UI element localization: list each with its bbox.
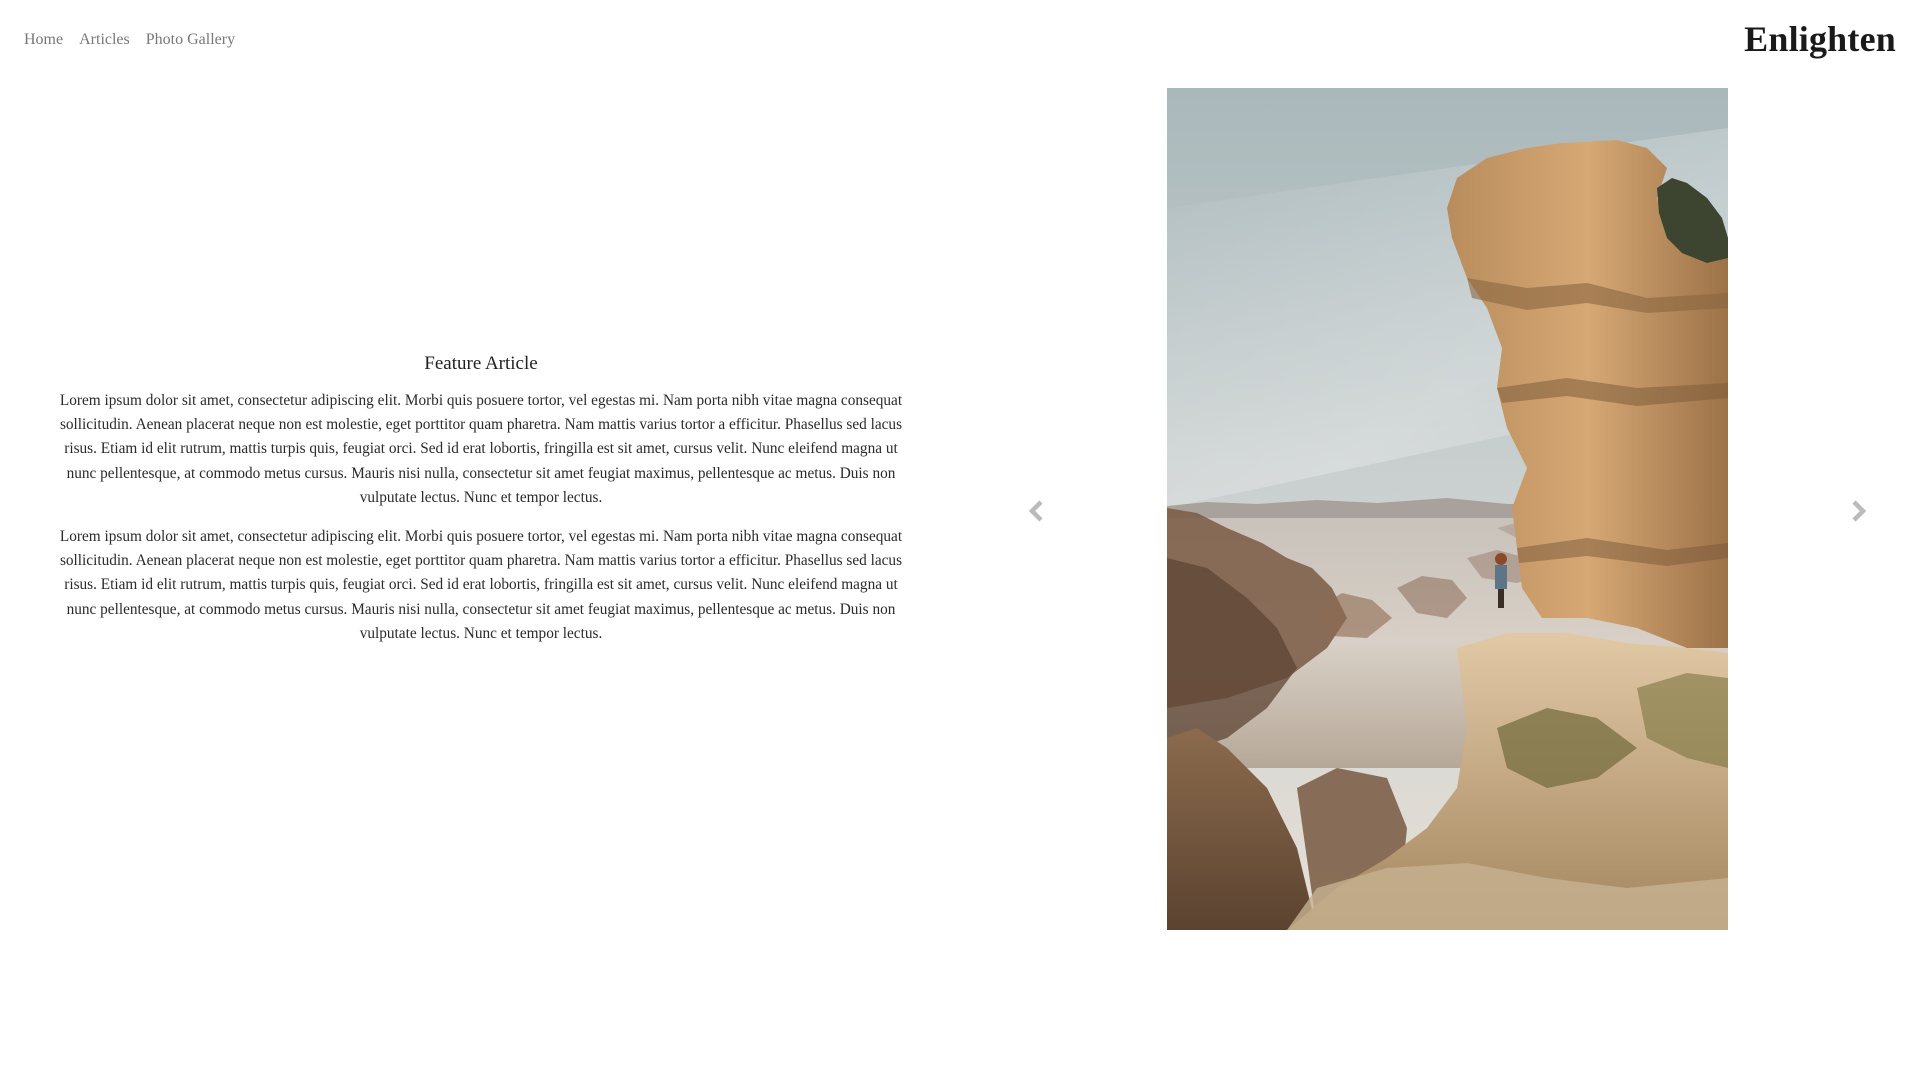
nav-item-photo-gallery[interactable]: Photo Gallery — [146, 31, 235, 49]
landscape-photo-image — [1167, 88, 1728, 930]
article-title: Feature Article — [424, 353, 538, 374]
nav-item-articles[interactable]: Articles — [79, 31, 130, 49]
chevron-left-icon — [1028, 500, 1043, 522]
article-paragraph: Lorem ipsum dolor sit amet, consectetur … — [59, 528, 903, 642]
gallery-photo[interactable] — [1167, 88, 1728, 930]
site-logo[interactable]: Enlighten — [1744, 18, 1896, 60]
chevron-right-icon — [1852, 500, 1867, 522]
feature-article: Feature Article Lorem ipsum dolor sit am… — [56, 353, 906, 661]
gallery-next-button[interactable] — [1843, 496, 1873, 526]
nav-item-home[interactable]: Home — [24, 31, 63, 49]
gallery-prev-button[interactable] — [1022, 496, 1052, 526]
article-paragraph: Lorem ipsum dolor sit amet, consectetur … — [59, 392, 903, 506]
main-nav: Home Articles Photo Gallery — [24, 31, 235, 49]
